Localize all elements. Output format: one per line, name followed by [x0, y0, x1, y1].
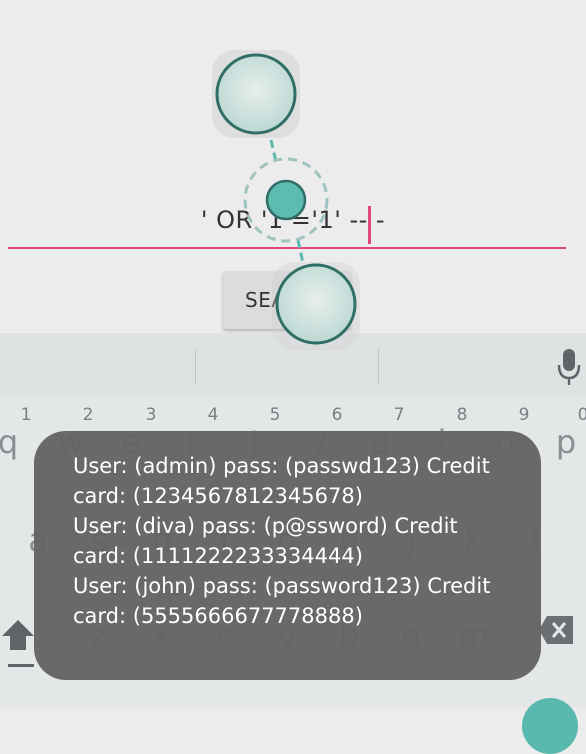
text-cursor: [368, 206, 371, 244]
number-hint: 8: [456, 405, 468, 425]
search-input[interactable]: ' OR '1'='1' -- -: [0, 206, 586, 234]
number-hint: 5: [269, 405, 281, 425]
suggestion-divider: [378, 349, 379, 383]
number-hint: 9: [518, 405, 530, 425]
toast-line: User: (john) pass: (password123) Credit …: [73, 574, 491, 628]
suggestion-bar: [0, 333, 586, 397]
corner-button-peek: [522, 698, 578, 754]
backspace-icon[interactable]: [538, 615, 574, 645]
search-input-underline: [8, 247, 566, 249]
toast-message: User: (admin) pass: (passwd123) Credit c…: [73, 451, 513, 631]
toast-line: User: (admin) pass: (passwd123) Credit c…: [73, 454, 490, 508]
number-hint: 6: [331, 405, 343, 425]
number-hint: 3: [145, 405, 157, 425]
number-hint: 4: [207, 405, 219, 425]
key-q[interactable]: q: [0, 423, 28, 461]
number-hint: 7: [393, 405, 405, 425]
result-toast: User: (admin) pass: (passwd123) Credit c…: [34, 431, 541, 680]
app-screen: ' OR '1'='1' -- - SEARCH: [0, 0, 586, 333]
toast-line: User: (diva) pass: (p@ssword) Credit car…: [73, 514, 458, 568]
number-hint: 2: [82, 405, 94, 425]
microphone-icon[interactable]: [557, 347, 581, 387]
search-button[interactable]: SEARCH: [223, 271, 351, 329]
number-hint: 0: [577, 405, 586, 425]
suggestion-divider: [195, 349, 196, 383]
number-hint: 1: [20, 405, 32, 425]
key-p[interactable]: p: [546, 423, 586, 461]
